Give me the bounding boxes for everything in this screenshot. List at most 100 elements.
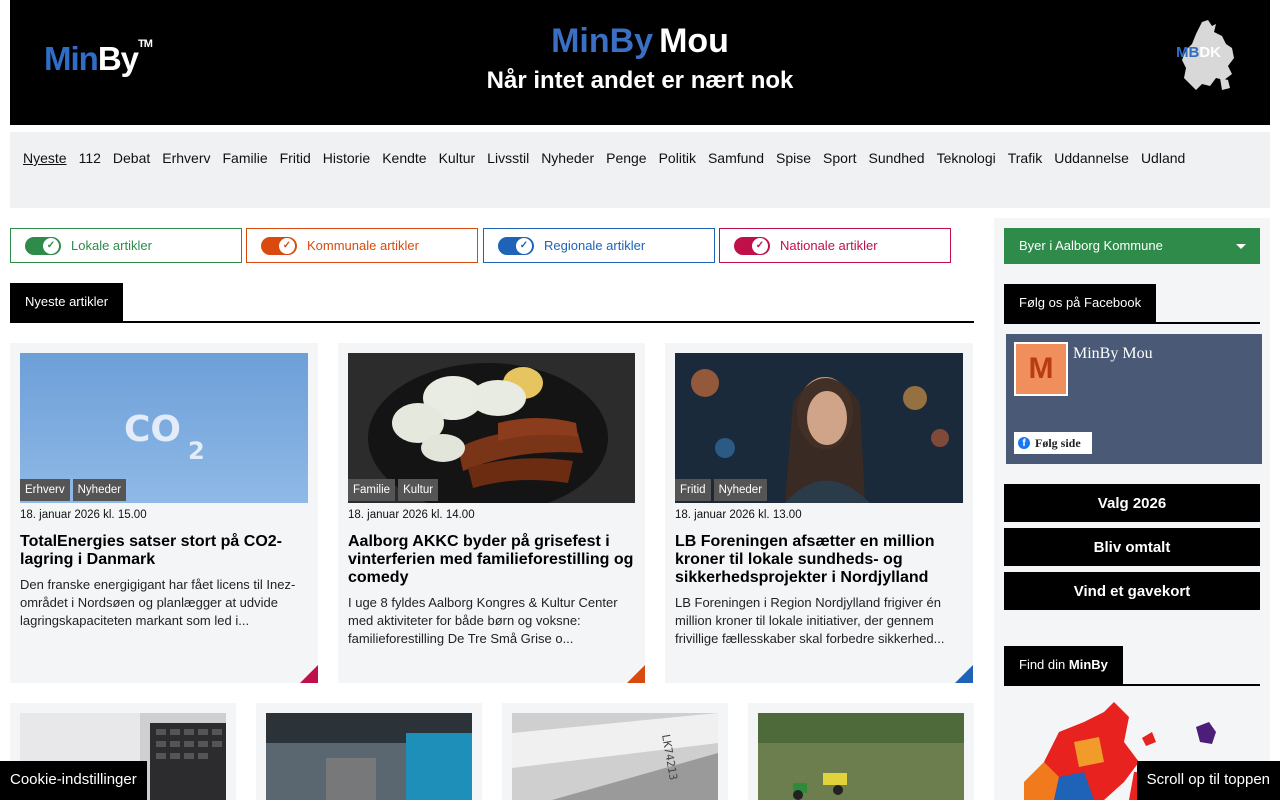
valg-2026-button[interactable]: Valg 2026: [1004, 484, 1260, 522]
find-minby-brand: MinBy: [1068, 657, 1108, 672]
article-tag[interactable]: Familie: [348, 479, 396, 501]
svg-text:CO: CO: [124, 409, 181, 450]
article-tags: Erhverv Nyheder: [20, 479, 127, 501]
article-date: 18. januar 2026 kl. 14.00: [348, 509, 475, 521]
nav-item-spise[interactable]: Spise: [771, 140, 816, 176]
nav-item-sundhed[interactable]: Sundhed: [864, 140, 930, 176]
facebook-section-header: Følg os på Facebook: [1004, 284, 1260, 324]
article-image[interactable]: LK74213: [512, 713, 718, 800]
article-title[interactable]: Aalborg AKKC byder på grisefest i vinter…: [348, 533, 635, 587]
article-tag[interactable]: Erhverv: [20, 479, 70, 501]
article-date: 18. januar 2026 kl. 13.00: [675, 509, 802, 521]
facebook-section-title: Følg os på Facebook: [1004, 284, 1157, 324]
toggle-switch-icon[interactable]: ✓: [498, 236, 534, 255]
filter-lokale[interactable]: ✓ Lokale artikler: [10, 228, 242, 263]
vind-gavekort-button[interactable]: Vind et gavekort: [1004, 572, 1260, 610]
city-dropdown[interactable]: Byer i Aalborg Kommune: [1004, 228, 1260, 264]
article-tags: Fritid Nyheder: [675, 479, 768, 501]
facebook-follow-label: Følg side: [1035, 435, 1081, 450]
filter-regionale-label: Regionale artikler: [544, 238, 646, 253]
find-minby-header: Find din MinBy: [1004, 646, 1260, 686]
nav-item-nyheder[interactable]: Nyheder: [536, 140, 599, 176]
article-date: 18. januar 2026 kl. 15.00: [20, 509, 147, 521]
nav-item-debat[interactable]: Debat: [108, 140, 155, 176]
article-title[interactable]: TotalEnergies satser stort på CO2-lagrin…: [20, 533, 308, 569]
find-minby-prefix: Find din: [1019, 657, 1066, 672]
nav-item-historie[interactable]: Historie: [318, 140, 375, 176]
check-icon: ✓: [752, 237, 768, 254]
nav-item-fritid[interactable]: Fritid: [275, 140, 316, 176]
nav-item-politik[interactable]: Politik: [654, 140, 701, 176]
nav-item-kendte[interactable]: Kendte: [377, 140, 431, 176]
cookie-settings-button[interactable]: Cookie-indstillinger: [0, 761, 147, 800]
find-minby-title: Find din MinBy: [1004, 646, 1123, 686]
facebook-follow-button[interactable]: f Følg side: [1014, 432, 1092, 454]
region-corner-marker: [955, 665, 973, 683]
article-card[interactable]: CO 2 Erhverv Nyheder 18. januar 2026 kl.…: [10, 343, 318, 683]
mbdk-logo-mb: MB: [1176, 44, 1200, 61]
banknotes-image: LK74213: [512, 713, 718, 800]
article-card[interactable]: [256, 703, 482, 800]
article-tag[interactable]: Nyheder: [713, 479, 768, 501]
article-title[interactable]: LB Foreningen afsætter en million kroner…: [675, 533, 963, 587]
site-title-city: Mou: [659, 22, 729, 60]
nav-item-teknologi[interactable]: Teknologi: [932, 140, 1001, 176]
region-corner-marker: [627, 665, 645, 683]
check-icon: ✓: [279, 237, 295, 254]
nav-item-familie[interactable]: Familie: [218, 140, 273, 176]
filter-kommunale-label: Kommunale artikler: [307, 238, 419, 253]
filter-nationale-label: Nationale artikler: [780, 238, 878, 253]
article-card[interactable]: Fritid Nyheder 18. januar 2026 kl. 13.00…: [665, 343, 973, 683]
article-image[interactable]: [266, 713, 472, 800]
mbdk-logo-dk: DK: [1199, 44, 1221, 61]
scroll-to-top-button[interactable]: Scroll op til toppen: [1136, 761, 1280, 800]
article-card[interactable]: LK74213: [502, 703, 728, 800]
nav-item-kultur[interactable]: Kultur: [434, 140, 481, 176]
article-image[interactable]: [758, 713, 964, 800]
facebook-icon: f: [1018, 437, 1030, 449]
section-header: Nyeste artikler: [10, 283, 974, 323]
tractor-field-image: [758, 713, 964, 800]
article-card[interactable]: [748, 703, 974, 800]
nav-item-penge[interactable]: Penge: [601, 140, 651, 176]
facebook-page-avatar[interactable]: M: [1014, 342, 1068, 396]
nav-item-nyeste[interactable]: Nyeste: [18, 140, 72, 176]
article-excerpt: I uge 8 fyldes Aalborg Kongres & Kultur …: [348, 595, 618, 646]
section-title: Nyeste artikler: [10, 283, 124, 323]
facebook-page-name[interactable]: MinBy Mou: [1073, 345, 1153, 363]
filter-regionale[interactable]: ✓ Regionale artikler: [483, 228, 715, 263]
facebook-widget[interactable]: M MinBy Mou f Følg side: [1006, 334, 1262, 464]
article-tag[interactable]: Nyheder: [72, 479, 127, 501]
caret-down-icon: [1236, 244, 1246, 249]
toggle-switch-icon[interactable]: ✓: [734, 236, 770, 255]
mbdk-logo-text: MBDK: [1176, 44, 1221, 61]
site-title-brand: MinBy: [551, 22, 654, 60]
article-excerpt: Den franske energigigant har fået licens…: [20, 577, 296, 628]
sidebar: Byer i Aalborg Kommune Følg os på Facebo…: [994, 218, 1270, 800]
category-nav: Nyeste 112 Debat Erhverv Familie Fritid Histor…: [10, 132, 1270, 208]
nav-item-erhverv[interactable]: Erhverv: [157, 140, 215, 176]
toggle-switch-icon[interactable]: ✓: [261, 236, 297, 255]
article-tag[interactable]: Kultur: [398, 479, 439, 501]
filter-lokale-label: Lokale artikler: [71, 238, 152, 253]
toggle-switch-icon[interactable]: ✓: [25, 236, 61, 255]
svg-text:2: 2: [188, 437, 205, 465]
filter-nationale[interactable]: ✓ Nationale artikler: [719, 228, 951, 263]
filter-kommunale[interactable]: ✓ Kommunale artikler: [246, 228, 478, 263]
nav-item-livsstil[interactable]: Livsstil: [482, 140, 534, 176]
nav-item-112[interactable]: 112: [74, 140, 106, 176]
nav-item-samfund[interactable]: Samfund: [703, 140, 769, 176]
nav-item-trafik[interactable]: Trafik: [1003, 140, 1047, 176]
nav-item-uddannelse[interactable]: Uddannelse: [1049, 140, 1134, 176]
mbdk-logo[interactable]: MBDK: [1176, 18, 1240, 94]
region-corner-marker: [300, 665, 318, 683]
article-tag[interactable]: Fritid: [675, 479, 711, 501]
site-tagline: Når intet andet er nært nok: [486, 67, 794, 94]
bliv-omtalt-button[interactable]: Bliv omtalt: [1004, 528, 1260, 566]
article-tags: Familie Kultur: [348, 479, 439, 501]
nav-item-sport[interactable]: Sport: [818, 140, 861, 176]
article-card[interactable]: Familie Kultur 18. januar 2026 kl. 14.00…: [338, 343, 645, 683]
train-station-image: [266, 713, 472, 800]
site-title: MinBy Mou: [10, 22, 1270, 61]
nav-item-udland[interactable]: Udland: [1136, 140, 1190, 176]
